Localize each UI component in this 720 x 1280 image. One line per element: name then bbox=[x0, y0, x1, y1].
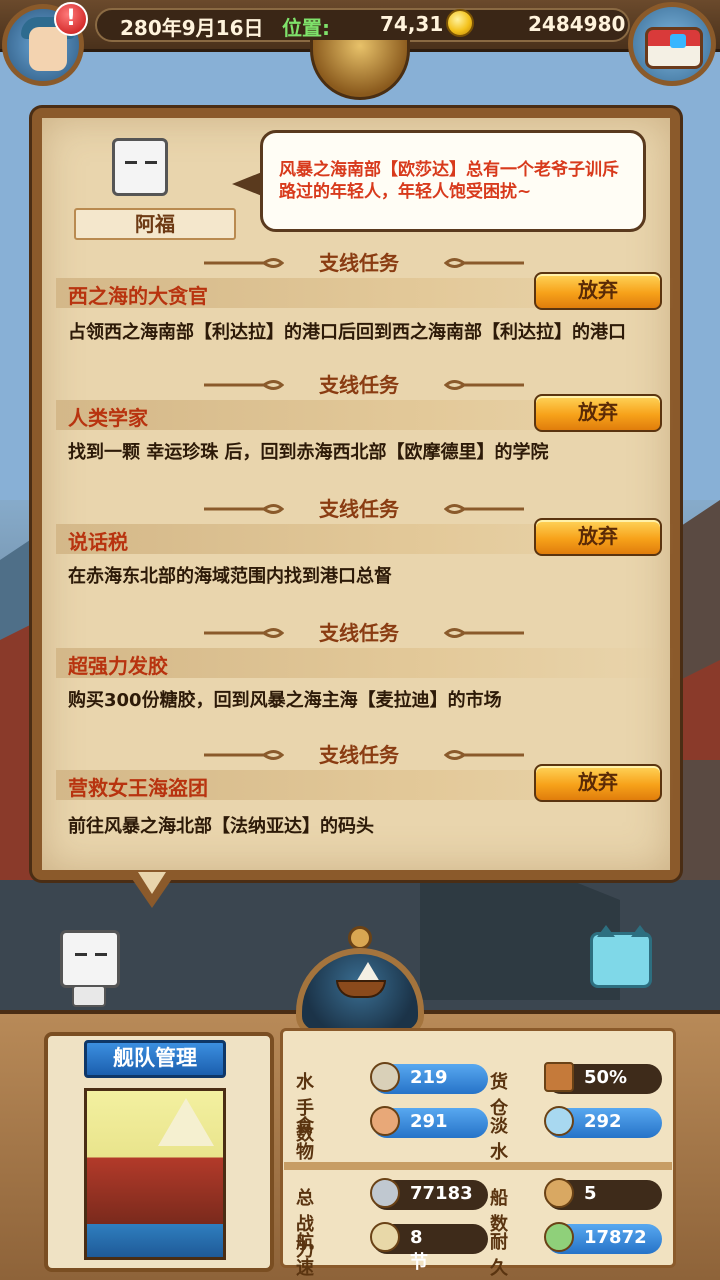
stat-value: 292 bbox=[584, 1111, 622, 1132]
ornament-right-icon bbox=[444, 380, 524, 390]
stats-divider bbox=[284, 1162, 672, 1170]
repair-icon bbox=[544, 1222, 574, 1252]
stat-value: 219 bbox=[410, 1067, 448, 1088]
abandon-quest-button[interactable]: 放弃 bbox=[534, 394, 662, 432]
quest-title: 人类学家 bbox=[68, 406, 148, 430]
treasure-chest-button[interactable] bbox=[628, 2, 716, 86]
ship-count-icon bbox=[544, 1178, 574, 1208]
panel-tail-inner bbox=[138, 872, 166, 894]
sailboat-icon bbox=[370, 1222, 400, 1252]
quest-title: 说话税 bbox=[68, 530, 128, 554]
quest-title: 营救女王海盗团 bbox=[68, 776, 208, 800]
quest-description: 找到一颗 幸运珍珠 后，回到赤海西北部【欧摩德里】的学院 bbox=[68, 442, 549, 463]
gold-amount: 2484980 bbox=[528, 12, 626, 36]
ornament-right-icon bbox=[444, 504, 524, 514]
ship-sail bbox=[158, 1098, 214, 1146]
ornament-left-icon bbox=[204, 750, 284, 760]
quest-description: 占领西之海南部【利达拉】的港口后回到西之海南部【利达拉】的港口 bbox=[68, 322, 626, 343]
stat-label: 淡水 bbox=[490, 1116, 508, 1163]
water-jug-icon bbox=[544, 1106, 574, 1136]
mascot-eye-left bbox=[75, 953, 87, 956]
stat-value: 291 bbox=[410, 1111, 448, 1132]
ornament-left-icon bbox=[204, 628, 284, 638]
game-date: 280年9月16日 bbox=[120, 16, 264, 40]
npc-speech-bubble: 风暴之海南部【欧莎达】总有一个老爷子训斥路过的年轻人，年轻人饱受困扰~ bbox=[260, 130, 646, 232]
gem-icon bbox=[670, 34, 686, 48]
position-value: 74,31 bbox=[380, 12, 444, 36]
sailor-icon bbox=[370, 1062, 400, 1092]
ornament-left-icon bbox=[204, 380, 284, 390]
crest-knob bbox=[348, 926, 372, 950]
stat-label: 耐久 bbox=[490, 1232, 508, 1279]
quest-category: 支线任务 bbox=[319, 251, 399, 275]
stat-label: 航速 bbox=[296, 1232, 314, 1279]
mascot-eye-right bbox=[95, 953, 107, 956]
speech-bubble-tail bbox=[232, 172, 262, 196]
abandon-quest-button[interactable]: 放弃 bbox=[534, 764, 662, 802]
gold-coin-icon bbox=[446, 9, 474, 37]
quest-description: 前往风暴之海北部【法纳亚达】的码头 bbox=[68, 816, 374, 837]
cargo-crate-icon bbox=[544, 1062, 574, 1092]
white-mascot bbox=[60, 930, 120, 988]
blue-cat-mascot bbox=[590, 925, 652, 988]
abandon-quest-button[interactable]: 放弃 bbox=[534, 518, 662, 556]
stat-value: 77183 bbox=[410, 1183, 473, 1204]
fleet-management-title[interactable]: 舰队管理 bbox=[84, 1040, 226, 1078]
ornament-left-icon bbox=[204, 504, 284, 514]
crossed-swords-icon bbox=[370, 1178, 400, 1208]
cat-ear-right bbox=[631, 925, 649, 937]
quest-title: 西之海的大贪官 bbox=[68, 284, 208, 308]
cat-ear-left bbox=[597, 925, 615, 937]
stat-value: 8节 bbox=[410, 1227, 428, 1273]
npc-name: 阿福 bbox=[74, 208, 236, 240]
quest-description: 在赤海东北部的海域范围内找到港口总督 bbox=[68, 566, 392, 587]
ornament-right-icon bbox=[444, 628, 524, 638]
npc-eye-right bbox=[145, 161, 157, 164]
quest-category: 支线任务 bbox=[319, 621, 399, 645]
position-label: 位置: bbox=[282, 16, 330, 40]
stat-value: 17872 bbox=[584, 1227, 647, 1248]
quest-description: 购买300份糖胶，回到风暴之海主海【麦拉迪】的市场 bbox=[68, 690, 502, 711]
boat-sail-icon bbox=[356, 962, 380, 982]
quest-title: 超强力发胶 bbox=[68, 654, 168, 678]
ornament-right-icon bbox=[444, 750, 524, 760]
white-mascot-body bbox=[72, 985, 106, 1007]
quest-category: 支线任务 bbox=[319, 373, 399, 397]
stat-value: 5 bbox=[584, 1183, 597, 1204]
alert-icon[interactable]: ! bbox=[54, 2, 88, 36]
ornament-left-icon bbox=[204, 258, 284, 268]
stat-label: 食物 bbox=[296, 1116, 314, 1163]
abandon-quest-button[interactable]: 放弃 bbox=[534, 272, 662, 310]
stat-value: 50% bbox=[584, 1067, 628, 1088]
npc-eye-left bbox=[125, 161, 137, 164]
npc-portrait bbox=[112, 138, 168, 196]
quest-category: 支线任务 bbox=[319, 743, 399, 767]
meat-icon bbox=[370, 1106, 400, 1136]
ornament-right-icon bbox=[444, 258, 524, 268]
treasure-chest-icon bbox=[645, 27, 703, 69]
quest-category-header: 支线任务 bbox=[44, 618, 674, 648]
quest-category: 支线任务 bbox=[319, 497, 399, 521]
